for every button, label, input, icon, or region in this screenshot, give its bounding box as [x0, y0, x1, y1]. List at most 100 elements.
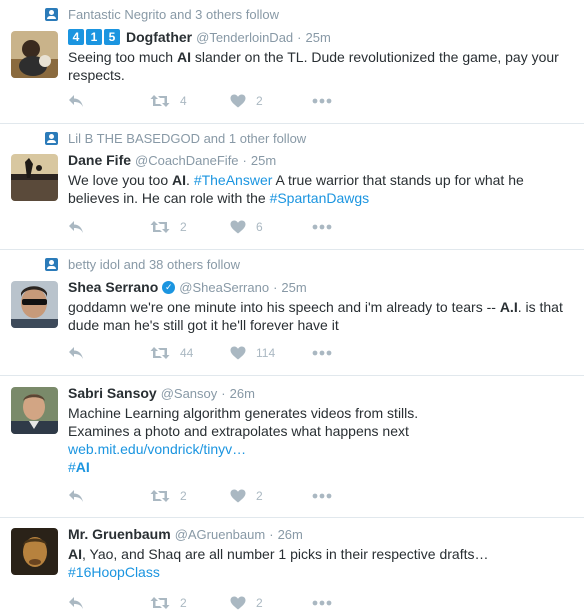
display-name[interactable]: Mr. Gruenbaum: [68, 526, 171, 542]
separator-dot: ·: [242, 152, 247, 168]
like-button[interactable]: 2: [230, 489, 312, 503]
text-segment: Seeing too much: [68, 49, 177, 65]
text-line: AI, Yao, and Shaq are all number 1 picks…: [68, 545, 576, 563]
url-link[interactable]: web.mit.edu/vondrick/tinyv…: [68, 441, 246, 457]
tweet-actions: 44 114: [68, 346, 332, 360]
more-button[interactable]: [312, 350, 332, 356]
text-line: Machine Learning algorithm generates vid…: [68, 404, 576, 422]
reply-button[interactable]: [68, 220, 150, 234]
more-button[interactable]: [312, 98, 332, 104]
username[interactable]: @CoachDaneFife: [135, 153, 239, 168]
tweet-actions: 2 6: [68, 220, 332, 234]
hashtag-text: AI: [75, 459, 90, 475]
heart-icon: [230, 346, 246, 360]
text-segment: .: [186, 172, 194, 188]
tweet-actions: 4 2: [68, 94, 332, 108]
display-name[interactable]: Dogfather: [126, 29, 192, 45]
like-button[interactable]: 2: [230, 596, 312, 610]
display-name[interactable]: Shea Serrano: [68, 279, 158, 295]
retweet-button[interactable]: 2: [150, 220, 230, 234]
more-icon: [312, 493, 332, 499]
like-button[interactable]: 6: [230, 220, 312, 234]
text-segment: We love you too: [68, 172, 173, 188]
text-segment: , Yao, and Shaq are all number 1 picks i…: [82, 546, 489, 562]
tweet-text: AI, Yao, and Shaq are all number 1 picks…: [68, 545, 576, 581]
separator-dot: ·: [269, 526, 274, 542]
text-keyword: AI: [68, 546, 82, 562]
hashtag-link[interactable]: #AI: [68, 458, 576, 476]
reply-button[interactable]: [68, 94, 150, 108]
retweet-button[interactable]: 2: [150, 596, 230, 610]
timestamp[interactable]: 25m: [306, 30, 331, 45]
reply-button[interactable]: [68, 346, 150, 360]
social-context: Lil B THE BASEDGOD and 1 other follow: [45, 130, 306, 146]
hashtag-link[interactable]: #SpartanDawgs: [270, 190, 370, 206]
avatar[interactable]: [11, 387, 58, 434]
emoji-badges: 4 1 5: [68, 29, 120, 45]
tweet[interactable]: Sabri Sansoy @Sansoy · 26m Machine Learn…: [0, 376, 584, 518]
tweet-text: Machine Learning algorithm generates vid…: [68, 404, 576, 476]
retweet-count: 2: [180, 489, 187, 503]
reply-icon: [69, 490, 83, 502]
like-button[interactable]: 114: [230, 346, 312, 360]
badge: 1: [86, 29, 102, 45]
follow-icon: [45, 7, 58, 21]
avatar[interactable]: [11, 281, 58, 328]
retweet-count: 2: [180, 596, 187, 610]
more-button[interactable]: [312, 493, 332, 499]
tweet[interactable]: betty idol and 38 others follow Shea Ser…: [0, 250, 584, 376]
social-context: betty idol and 38 others follow: [45, 256, 240, 272]
avatar[interactable]: [11, 31, 58, 78]
retweet-button[interactable]: 2: [150, 489, 230, 503]
social-context-text[interactable]: betty idol and 38 others follow: [68, 257, 240, 272]
retweet-count: 44: [180, 346, 194, 360]
tweet-actions: 2 2: [68, 489, 332, 503]
text-keyword: A.I: [499, 299, 518, 315]
tweet[interactable]: Fantastic Negrito and 3 others follow 4 …: [0, 0, 584, 124]
reply-icon: [69, 221, 83, 233]
social-context-text[interactable]: Lil B THE BASEDGOD and 1 other follow: [68, 131, 306, 146]
follow-icon: [45, 257, 58, 271]
like-count: 2: [256, 596, 263, 610]
like-count: 2: [256, 489, 263, 503]
hashtag-link[interactable]: #TheAnswer: [194, 172, 273, 188]
display-name[interactable]: Dane Fife: [68, 152, 131, 168]
retweet-button[interactable]: 4: [150, 94, 230, 108]
heart-icon: [230, 220, 246, 234]
tweet[interactable]: Lil B THE BASEDGOD and 1 other follow Da…: [0, 124, 584, 250]
username[interactable]: @Sansoy: [161, 386, 218, 401]
timestamp[interactable]: 26m: [278, 527, 303, 542]
username[interactable]: @AGruenbaum: [175, 527, 266, 542]
timestamp[interactable]: 26m: [230, 386, 255, 401]
retweet-icon: [150, 347, 170, 359]
more-icon: [312, 600, 332, 606]
social-context-text[interactable]: Fantastic Negrito and 3 others follow: [68, 7, 279, 22]
username[interactable]: @SheaSerrano: [179, 280, 269, 295]
separator-dot: ·: [297, 29, 302, 45]
tweet[interactable]: Mr. Gruenbaum @AGruenbaum · 26m AI, Yao,…: [0, 518, 584, 610]
tweet-text: Seeing too much AI slander on the TL. Du…: [68, 48, 576, 84]
timestamp[interactable]: 25m: [281, 280, 306, 295]
tweet-text: goddamn we're one minute into his speech…: [68, 298, 576, 334]
display-name[interactable]: Sabri Sansoy: [68, 385, 157, 401]
timestamp[interactable]: 25m: [251, 153, 276, 168]
retweet-count: 4: [180, 94, 187, 108]
text-keyword: AI: [172, 172, 187, 188]
more-button[interactable]: [312, 600, 332, 606]
more-button[interactable]: [312, 224, 332, 230]
username[interactable]: @TenderloinDad: [196, 30, 293, 45]
like-count: 114: [256, 346, 276, 360]
heart-icon: [230, 489, 246, 503]
like-button[interactable]: 2: [230, 94, 312, 108]
text-segment: Machine Learning algorithm generates vid…: [68, 405, 419, 421]
retweet-button[interactable]: 44: [150, 346, 230, 360]
avatar[interactable]: [11, 528, 58, 575]
reply-icon: [69, 597, 83, 609]
reply-button[interactable]: [68, 596, 150, 610]
reply-button[interactable]: [68, 489, 150, 503]
timeline-feed: Fantastic Negrito and 3 others follow 4 …: [0, 0, 584, 610]
avatar[interactable]: [11, 154, 58, 201]
hashtag-link[interactable]: #16HoopClass: [68, 564, 160, 580]
text-segment: Examines a photo and extrapolates what h…: [68, 423, 409, 439]
separator-dot: ·: [221, 385, 226, 401]
